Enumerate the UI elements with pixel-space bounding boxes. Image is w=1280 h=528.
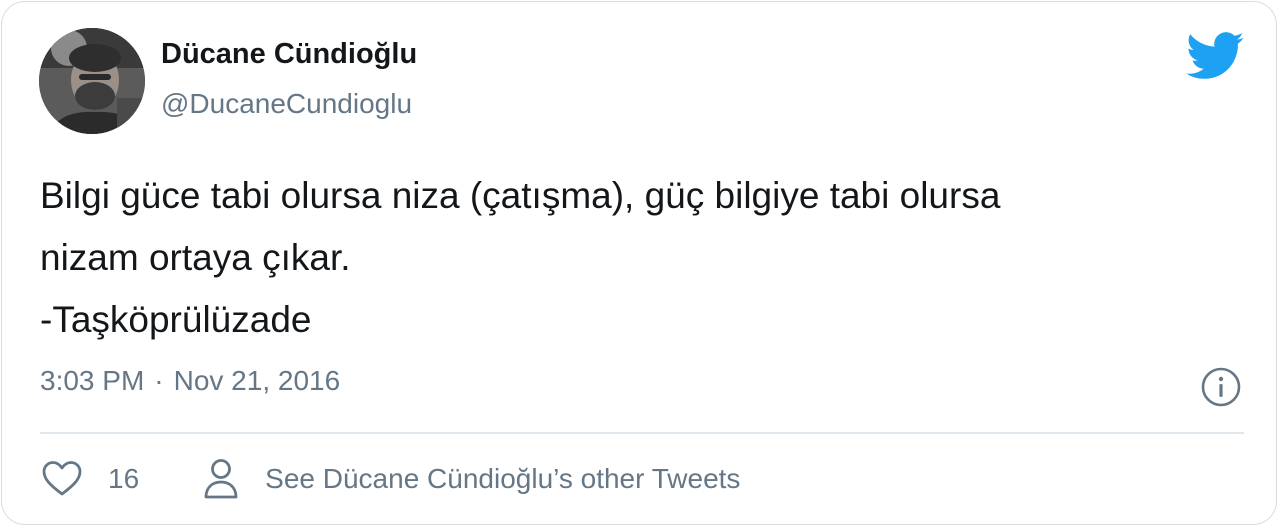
tweet-timestamp[interactable]: 3:03 PM · Nov 21, 2016 — [40, 365, 340, 397]
tweet-time[interactable]: 3:03 PM — [40, 365, 144, 396]
tweet-line: Bilgi güce tabi olursa niza (çatışma), g… — [40, 175, 1001, 216]
heart-icon[interactable] — [40, 457, 84, 501]
timestamp-separator: · — [154, 365, 164, 396]
tweet-date[interactable]: Nov 21, 2016 — [174, 365, 341, 396]
see-other-tweets-label[interactable]: See Dücane Cündioğlu’s other Tweets — [265, 463, 740, 495]
divider — [40, 432, 1244, 434]
user-handle[interactable]: @DucaneCundioglu — [161, 88, 412, 120]
tweet-text: Bilgi güce tabi olursa niza (çatışma), g… — [40, 165, 1240, 351]
person-icon[interactable] — [201, 457, 241, 501]
like-button[interactable]: 16 — [40, 457, 139, 501]
tweet-actions: 16 See Dücane Cündioğlu’s other Tweets — [40, 454, 740, 504]
tweet-card: Dücane Cündioğlu @DucaneCundioglu Bilgi … — [1, 1, 1277, 525]
like-count: 16 — [108, 463, 140, 494]
display-name[interactable]: Dücane Cündioğlu — [161, 38, 417, 71]
twitter-bird-icon[interactable] — [1186, 32, 1244, 80]
see-other-tweets-link[interactable]: See Dücane Cündioğlu’s other Tweets — [201, 457, 740, 501]
tweet-line: -Taşköprülüzade — [40, 299, 312, 340]
info-icon[interactable] — [1200, 366, 1242, 408]
avatar[interactable] — [39, 28, 145, 134]
tweet-line: nizam ortaya çıkar. — [40, 237, 351, 278]
